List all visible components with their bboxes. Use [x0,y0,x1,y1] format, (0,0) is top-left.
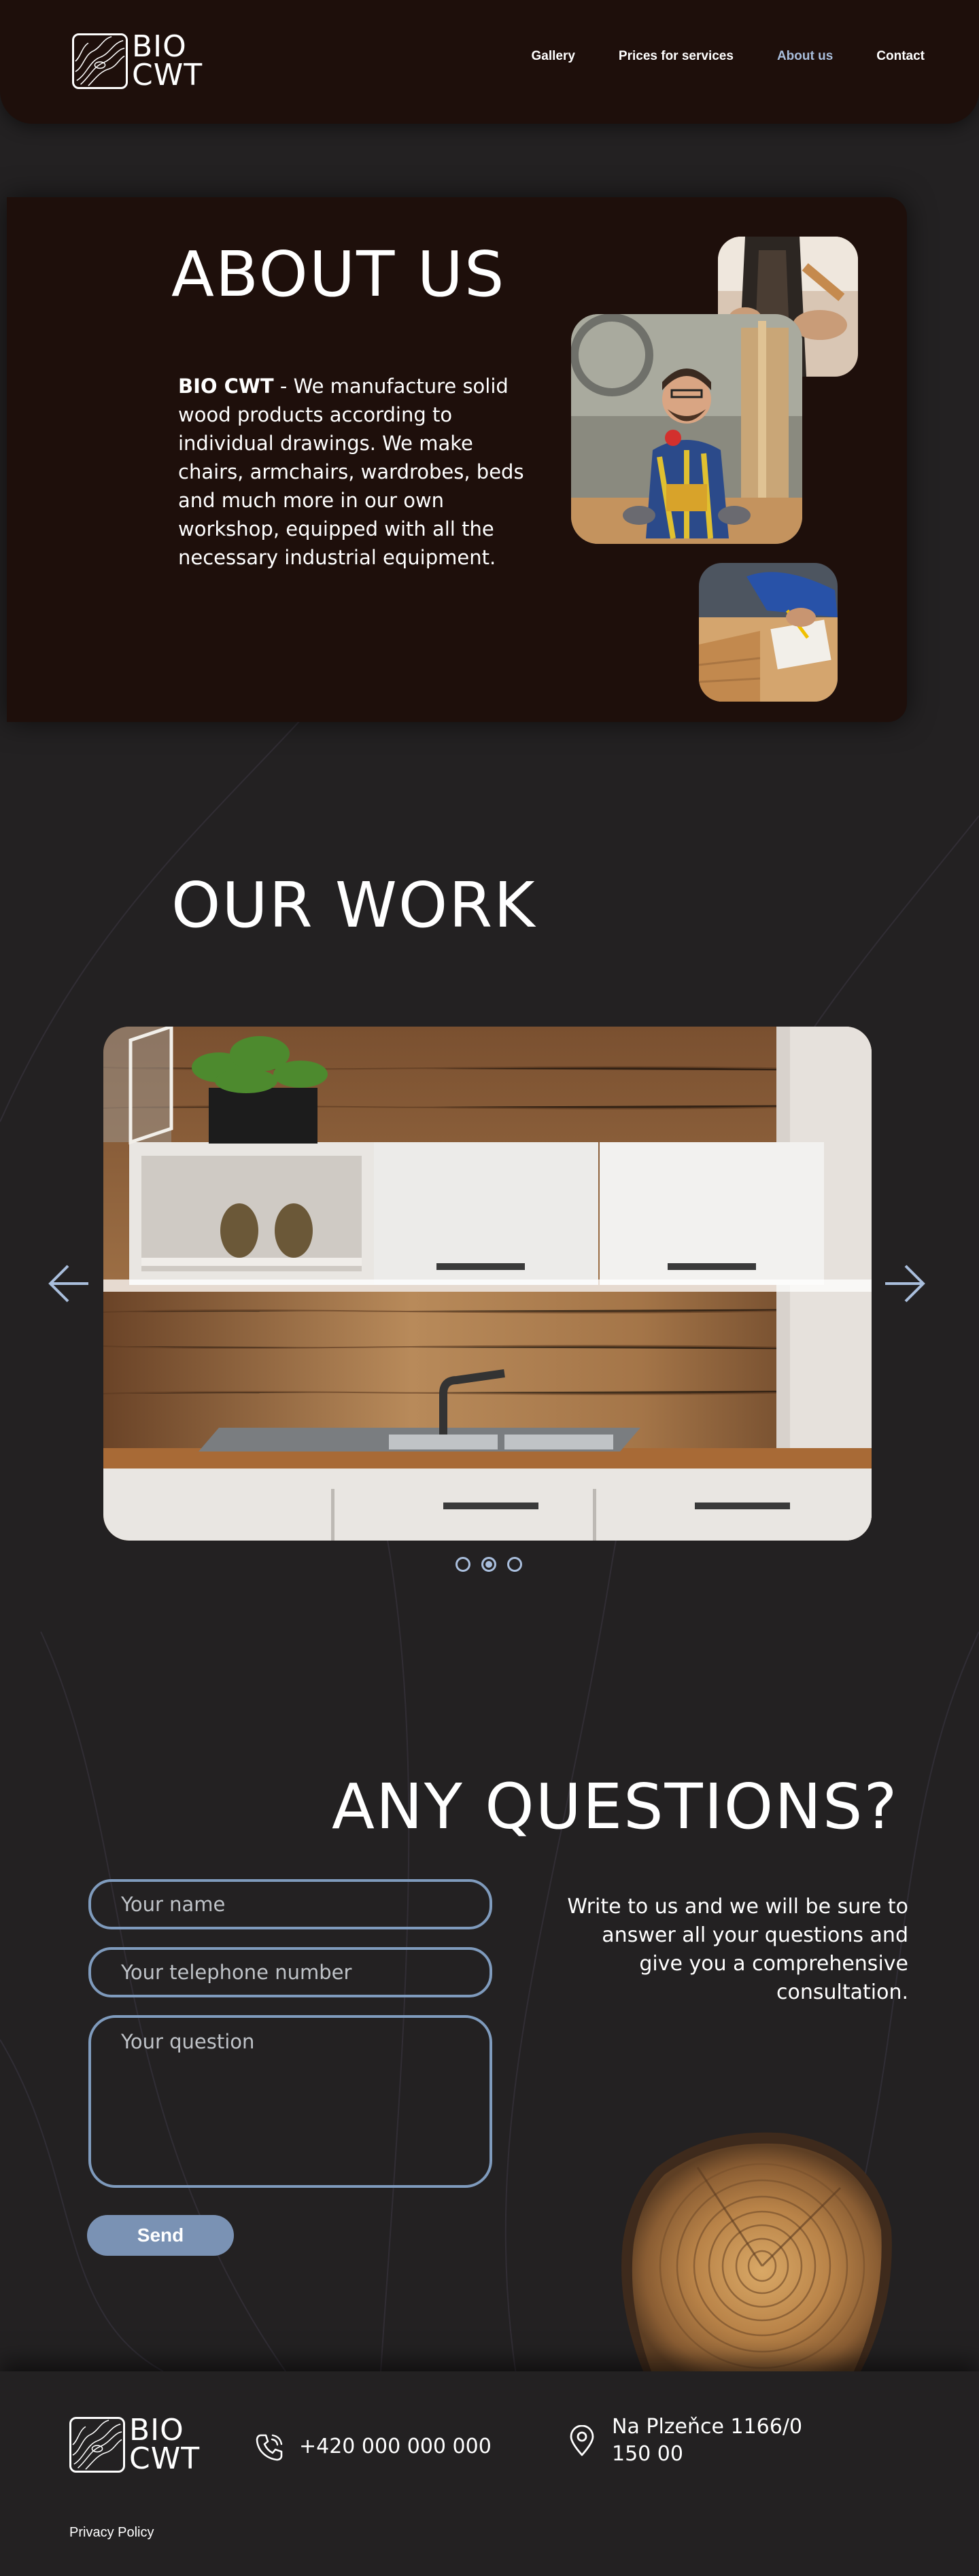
telephone-input[interactable] [88,1947,492,1997]
footer-address-line1: Na Plzeňce 1166/0 [612,2415,803,2439]
footer-brand-line2: CWT [129,2441,201,2476]
nav-contact[interactable]: Contact [876,49,925,64]
question-textarea[interactable] [88,2015,492,2188]
site-footer: BIO CWT +420 000 000 000 Na Plzeňce 1166… [0,2371,979,2576]
about-brand: BIO CWT [178,375,274,398]
privacy-policy-link[interactable]: Privacy Policy [69,2525,154,2541]
brand-line1: BIO [132,29,187,64]
carousel-prev-button[interactable] [48,1263,91,1304]
footer-phone-link[interactable]: +420 000 000 000 [254,2431,492,2462]
footer-address-line2: 150 00 [612,2442,683,2466]
about-title: ABOUT US [171,238,506,311]
nav-prices[interactable]: Prices for services [619,49,734,64]
footer-address-text: Na Plzeňce 1166/0 150 00 [612,2414,802,2468]
wood-stump-image [616,2127,896,2371]
arrow-left-icon [48,1265,88,1303]
brand-wordmark: BIO CWT [132,29,203,92]
carousel-dot-2[interactable] [481,1557,496,1572]
site-header: BIO CWT Gallery Prices for services Abou… [0,0,979,124]
arrow-right-icon [885,1265,925,1303]
send-button[interactable]: Send [87,2215,234,2256]
about-description: - We manufacture solid wood products acc… [178,375,524,569]
about-text: BIO CWT - We manufacture solid wood prod… [178,372,538,572]
name-input[interactable] [88,1879,492,1929]
footer-phone: +420 000 000 000 [299,2435,492,2458]
questions-title: ANY QUESTIONS? [332,1770,899,1843]
phone-icon [254,2431,284,2462]
work-carousel-slide[interactable] [103,1027,872,1541]
questions-description: Write to us and we will be sure to answe… [567,1895,908,2004]
carousel-next-button[interactable] [882,1263,926,1304]
nav-gallery[interactable]: Gallery [531,49,574,64]
carousel-dot-3[interactable] [507,1557,522,1572]
footer-address: Na Plzeňce 1166/0 150 00 [567,2414,802,2468]
carousel-dot-1[interactable] [456,1557,470,1572]
footer-brand-line1: BIO [129,2413,184,2448]
kitchen-photo [103,1027,872,1541]
brand-line2: CWT [132,58,203,92]
carousel-pagination [456,1557,522,1572]
logo-mark-icon [72,33,128,89]
photo-carpenter-smiling [571,314,802,544]
logo-mark-icon [69,2417,125,2473]
footer-brand-logo[interactable]: BIO CWT [69,2413,201,2476]
map-pin-icon [567,2425,597,2456]
work-title: OUR WORK [171,869,536,942]
nav-about-us[interactable]: About us [777,49,833,64]
main-nav: Gallery Prices for services About us Con… [531,49,925,64]
brand-logo[interactable]: BIO CWT [72,29,203,92]
footer-brand-wordmark: BIO CWT [129,2413,201,2476]
photo-workbench-drawing [699,563,838,702]
about-section: ABOUT US BIO CWT - We manufacture solid … [7,197,907,722]
